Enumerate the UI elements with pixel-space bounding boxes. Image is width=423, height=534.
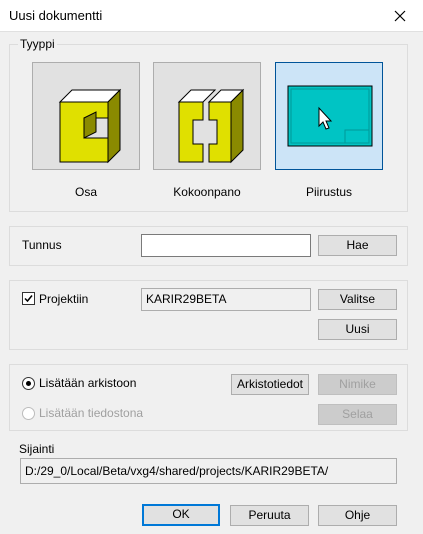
search-button[interactable]: Hae	[318, 235, 397, 256]
project-checkbox[interactable]	[22, 292, 35, 305]
file-radio[interactable]	[22, 407, 35, 420]
id-label: Tunnus	[22, 238, 62, 252]
type-card-part[interactable]	[32, 62, 140, 170]
archive-info-button[interactable]: Arkistotiedot	[231, 374, 309, 395]
type-label-part: Osa	[74, 185, 97, 199]
title-bar: Uusi dokumentti	[0, 0, 423, 32]
archive-radio[interactable]	[22, 377, 35, 390]
drawing-icon	[287, 85, 373, 147]
cancel-button[interactable]: Peruuta	[230, 505, 309, 526]
archive-radio-dot	[26, 381, 31, 386]
ok-button[interactable]: OK	[142, 504, 220, 526]
close-icon	[394, 10, 406, 21]
location-path-field: D:/29_0/Local/Beta/vxg4/shared/projects/…	[20, 458, 397, 484]
archive-radio-label[interactable]: Lisätään arkistoon	[39, 376, 136, 390]
project-group: Projektiin KARIR29BETA Valitse Uusi	[9, 280, 408, 350]
type-card-drawing[interactable]	[275, 62, 383, 170]
window-title: Uusi dokumentti	[9, 8, 103, 23]
type-label-drawing: Piirustus	[305, 185, 352, 199]
id-group: Tunnus Hae	[9, 226, 408, 266]
storage-group: Lisätään arkistoon Arkistotiedot Nimike …	[9, 364, 408, 431]
project-field: KARIR29BETA	[141, 288, 311, 311]
file-radio-label[interactable]: Lisätään tiedostona	[39, 406, 143, 420]
part-icon	[58, 88, 122, 164]
browse-button[interactable]: Selaa	[318, 404, 397, 425]
location-title: Sijainti	[19, 442, 55, 456]
help-button[interactable]: Ohje	[318, 505, 397, 526]
type-card-assembly[interactable]	[153, 62, 261, 170]
type-label-assembly: Kokoonpano	[173, 185, 241, 199]
new-project-button[interactable]: Uusi	[318, 319, 397, 340]
check-icon	[24, 295, 33, 303]
project-checkbox-label[interactable]: Projektiin	[39, 292, 88, 306]
assembly-icon	[177, 88, 245, 164]
name-button[interactable]: Nimike	[318, 374, 397, 395]
close-button[interactable]	[377, 0, 423, 31]
id-input[interactable]	[141, 234, 311, 257]
type-group-title: Tyyppi	[18, 37, 57, 51]
select-project-button[interactable]: Valitse	[318, 289, 397, 310]
type-group: Tyyppi Osa Kokoonpano Piirustus	[9, 37, 408, 212]
